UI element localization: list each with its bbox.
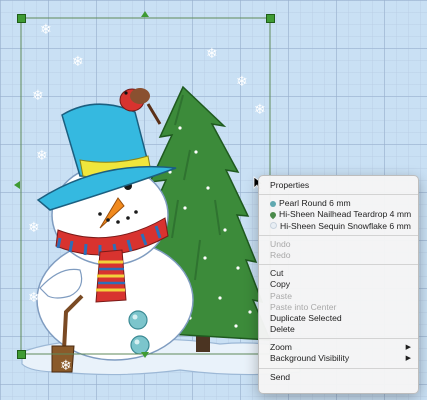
menu-item-label: Paste bbox=[270, 290, 292, 301]
menu-separator bbox=[259, 234, 418, 236]
svg-text:❄: ❄ bbox=[28, 220, 40, 236]
svg-text:❄: ❄ bbox=[32, 88, 44, 104]
menu-item-cut[interactable]: Cut bbox=[259, 268, 418, 279]
menu-item-background-visibility[interactable]: Background Visibility ▶ bbox=[259, 353, 418, 364]
menu-item-label: Paste into Center bbox=[270, 301, 337, 312]
menu-item-label: Undo bbox=[270, 238, 291, 249]
menu-item-label: Zoom bbox=[270, 342, 292, 353]
menu-item-motif-pearl[interactable]: Pearl Round 6 mm bbox=[259, 198, 418, 209]
resize-handle-top-left[interactable] bbox=[17, 14, 26, 23]
menu-item-label: Cut bbox=[270, 268, 284, 279]
menu-item-label: Properties bbox=[270, 180, 310, 190]
pearl-round-icon bbox=[270, 200, 276, 207]
svg-text:❄: ❄ bbox=[28, 290, 40, 306]
resize-handle-top-middle[interactable] bbox=[141, 11, 149, 17]
menu-item-duplicate-selected[interactable]: Duplicate Selected bbox=[259, 313, 418, 324]
menu-item-label: Hi-Sheen Nailhead Teardrop 4 mm bbox=[279, 209, 412, 220]
menu-separator bbox=[259, 338, 418, 340]
resize-handle-bottom-left[interactable] bbox=[17, 350, 26, 359]
menu-item-send[interactable]: Send bbox=[259, 372, 418, 383]
snowflake-icon bbox=[270, 222, 277, 230]
svg-text:❄: ❄ bbox=[60, 358, 72, 374]
resize-handle-bottom-middle[interactable] bbox=[141, 352, 149, 358]
menu-item-undo[interactable]: Undo bbox=[259, 239, 418, 250]
menu-item-label: Delete bbox=[270, 324, 295, 335]
menu-item-properties[interactable]: Properties bbox=[259, 180, 418, 191]
submenu-arrow-icon: ▶ bbox=[405, 344, 411, 352]
svg-text:❄: ❄ bbox=[254, 102, 266, 118]
submenu-arrow-icon: ▶ bbox=[405, 355, 411, 363]
resize-handle-left-middle[interactable] bbox=[14, 181, 20, 189]
menu-separator bbox=[259, 264, 418, 266]
context-menu: Properties Pearl Round 6 mm Hi-Sheen Nai… bbox=[258, 175, 419, 394]
teardrop-icon bbox=[268, 210, 278, 220]
svg-text:❄: ❄ bbox=[40, 22, 52, 38]
menu-item-paste[interactable]: Paste bbox=[259, 291, 418, 302]
menu-item-motif-snowflake[interactable]: Hi-Sheen Sequin Snowflake 6 mm bbox=[259, 221, 418, 232]
svg-text:❄: ❄ bbox=[36, 148, 48, 164]
svg-text:❄: ❄ bbox=[236, 74, 248, 90]
menu-item-label: Pearl Round 6 mm bbox=[279, 198, 351, 209]
menu-item-label: Copy bbox=[270, 279, 291, 290]
menu-item-label: Background Visibility bbox=[270, 353, 350, 364]
menu-item-zoom[interactable]: Zoom ▶ bbox=[259, 342, 418, 353]
menu-item-redo[interactable]: Redo bbox=[259, 250, 418, 261]
menu-item-label: Redo bbox=[270, 249, 291, 260]
menu-item-label: Duplicate Selected bbox=[270, 312, 342, 323]
menu-item-motif-teardrop[interactable]: Hi-Sheen Nailhead Teardrop 4 mm bbox=[259, 209, 418, 220]
menu-item-label: Hi-Sheen Sequin Snowflake 6 mm bbox=[280, 220, 411, 231]
resize-handle-top-right[interactable] bbox=[266, 14, 275, 23]
menu-separator bbox=[259, 367, 418, 369]
menu-item-delete[interactable]: Delete bbox=[259, 324, 418, 335]
menu-separator bbox=[259, 194, 418, 196]
menu-item-label: Send bbox=[270, 371, 291, 382]
svg-text:❄: ❄ bbox=[72, 54, 84, 70]
svg-text:❄: ❄ bbox=[206, 46, 218, 62]
menu-item-copy[interactable]: Copy bbox=[259, 279, 418, 290]
menu-item-paste-into-center[interactable]: Paste into Center bbox=[259, 302, 418, 313]
